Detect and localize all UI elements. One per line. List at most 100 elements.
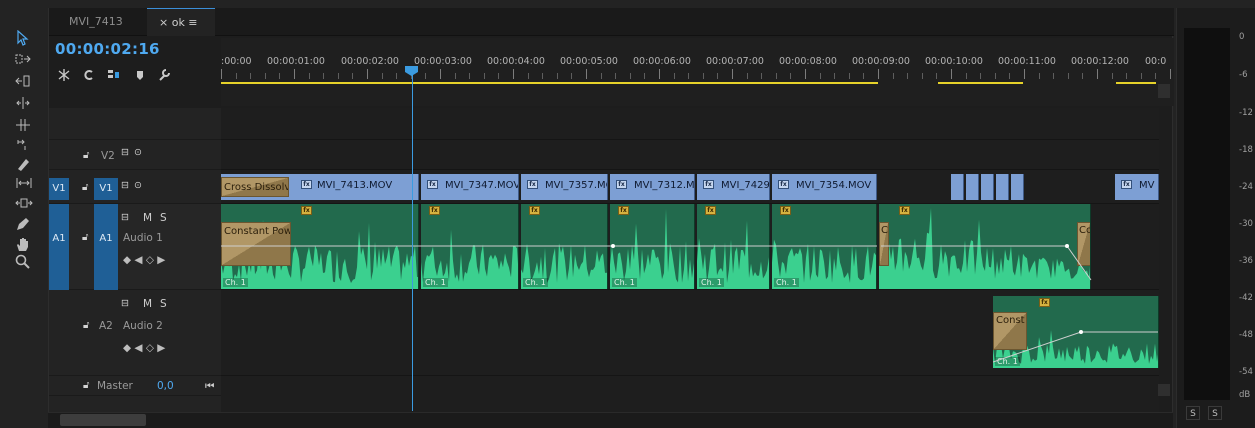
lock-icon[interactable]: 🔓︎ (82, 232, 88, 243)
ruler-tick (236, 73, 237, 79)
slide-icon[interactable] (15, 196, 33, 214)
video-clip[interactable]: fx MVI_7357.MC (521, 174, 608, 200)
toggle-output-icon[interactable]: ⊟⊙ (121, 180, 147, 191)
audio-clip[interactable]: Const fx Ch. 1 (993, 296, 1159, 368)
constant-power-transition[interactable]: Constant Pow (221, 222, 291, 266)
lock-icon[interactable]: 🔓︎ (83, 150, 89, 161)
audio-clip[interactable]: fx Ch. 1 (421, 204, 519, 289)
channel-tag: Ch. 1 (223, 278, 248, 287)
selection-tool-icon[interactable] (15, 30, 33, 48)
rate-stretch-icon[interactable] (15, 118, 33, 136)
source-patch-v1[interactable]: V1 (49, 178, 69, 200)
channel-tag: Ch. 1 (699, 278, 724, 287)
toggle-sync-lock-icon[interactable]: ⊟ (121, 212, 134, 223)
work-area-bar-segment[interactable] (1116, 82, 1156, 84)
ruler-tick (1141, 73, 1142, 79)
go-to-end-icon[interactable]: ⏮︎ (205, 380, 214, 393)
mute-button[interactable]: M (143, 298, 152, 310)
ruler-tick (834, 73, 835, 79)
track-name-a1[interactable]: Audio 1 (123, 232, 163, 244)
hand-icon[interactable] (15, 236, 33, 254)
add-edit-icon[interactable] (107, 68, 121, 82)
ruler-label: 00:00:07:00 (706, 56, 764, 67)
solo-left-button[interactable]: S (1186, 406, 1200, 420)
ripple-edit-icon[interactable] (15, 74, 33, 92)
toggle-sync-lock-icon[interactable]: ⊟ (121, 298, 134, 309)
lane-v2[interactable] (221, 140, 1159, 170)
ruler-tick (294, 69, 295, 79)
vertical-scrollbar-bottom[interactable] (1158, 384, 1170, 396)
video-clip-small[interactable] (1011, 174, 1024, 200)
cross-dissolve-transition[interactable]: Cross Dissolv (221, 177, 289, 197)
lane-v1[interactable]: Cross Dissolv fx MVI_7413.MOV fx MVI_734… (221, 174, 1159, 204)
video-clip[interactable]: fx MVI_7354.MOV (772, 174, 877, 200)
video-clip-small[interactable] (996, 174, 1009, 200)
lane-a2[interactable]: Const fx Ch. 1 (221, 290, 1159, 376)
horizontal-scrollbar-thumb[interactable] (60, 414, 146, 426)
audio-clip[interactable]: C Co fx (879, 204, 1091, 289)
pen-icon[interactable] (15, 216, 33, 234)
solo-button[interactable]: S (160, 298, 167, 310)
ruler-tick (922, 73, 923, 79)
mute-button[interactable]: M (143, 212, 152, 224)
slip-icon[interactable] (15, 176, 33, 194)
lane-a1[interactable]: Constant Pow fx Ch. 1 fx Ch. 1 fx Ch. 1 … (221, 204, 1159, 290)
zoom-icon[interactable] (15, 254, 33, 272)
audio-clip[interactable]: Constant Pow fx Ch. 1 (221, 204, 419, 289)
wrench-icon[interactable] (157, 68, 171, 82)
fx-badge-icon: fx (529, 206, 540, 215)
track-target-v2[interactable]: V2 (101, 150, 115, 162)
ruler-tick (396, 73, 397, 79)
lock-icon[interactable]: 🔓︎ (83, 380, 89, 391)
video-clip-small[interactable] (981, 174, 994, 200)
solo-button[interactable]: S (160, 212, 167, 224)
keyframe-nav-icon[interactable]: ◆ ◀ ◇ ▶ (123, 342, 165, 354)
track-name-a2[interactable]: Audio 2 (123, 320, 163, 332)
time-ruler[interactable]: :00:00 00:00:01:00 00:00:02:00 00:00:03:… (221, 38, 1174, 106)
horizontal-scrollbar[interactable] (48, 412, 1173, 428)
work-area-bar[interactable] (221, 82, 878, 84)
master-volume-value[interactable]: 0,0 (157, 380, 174, 392)
lock-icon[interactable]: 🔓︎ (83, 320, 89, 331)
snap-icon[interactable] (57, 68, 71, 82)
work-area-bar-segment[interactable] (938, 82, 1023, 84)
video-clip[interactable]: fx MVI_7312.M (610, 174, 695, 200)
audio-clip[interactable]: fx Ch. 1 (772, 204, 877, 289)
vertical-scrollbar-top[interactable] (1158, 84, 1170, 98)
video-clip-small[interactable] (951, 174, 964, 200)
track-target-a1[interactable]: A1 (94, 204, 118, 290)
ruler-label: 00:00:12:00 (1071, 56, 1129, 67)
transition-start[interactable]: C (879, 222, 889, 266)
track-target-v1[interactable]: V1 (94, 178, 118, 200)
playhead-timecode[interactable]: 00:00:02:16 (55, 40, 160, 58)
tab-mvi-7413[interactable]: MVI_7413 (57, 8, 135, 36)
keyframe-nav-icon[interactable]: ◆ ◀ ◇ ▶ (123, 254, 165, 266)
video-clip[interactable]: Cross Dissolv fx MVI_7413.MOV (221, 174, 419, 200)
solo-right-button[interactable]: S (1208, 406, 1222, 420)
transition-end[interactable]: Co (1077, 222, 1090, 266)
add-marker-icon[interactable] (133, 68, 147, 82)
razor-icon[interactable] (15, 156, 33, 174)
track-header-spacer (49, 108, 221, 140)
track-target-a2[interactable]: A2 (99, 320, 113, 332)
video-clip-small[interactable] (966, 174, 979, 200)
lock-icon[interactable]: 🔓︎ (82, 182, 88, 193)
track-lanes[interactable]: Cross Dissolv fx MVI_7413.MOV fx MVI_734… (221, 108, 1159, 418)
track-select-icon[interactable] (15, 52, 33, 70)
video-clip[interactable]: fx MV (1115, 174, 1159, 200)
source-patch-a1[interactable]: A1 (49, 204, 69, 290)
audio-clip[interactable]: fx Ch. 1 (521, 204, 608, 289)
playhead-line[interactable] (412, 70, 413, 411)
rolling-edit-icon[interactable] (15, 96, 33, 114)
meter-label: -42 (1239, 293, 1253, 303)
audio-clip[interactable]: fx Ch. 1 (697, 204, 770, 289)
tab-ok[interactable]: × ok ≡ (147, 8, 215, 36)
toggle-output-icon[interactable]: ⊟⊙ (121, 147, 147, 158)
video-clip[interactable]: fx MVI_7347.MOV (421, 174, 519, 200)
audio-clip[interactable]: fx Ch. 1 (610, 204, 695, 289)
video-clip[interactable]: fx MVI_7429 (697, 174, 770, 200)
track-headers: 🔓︎ V2 ⊟⊙ V1 🔓︎ V1 ⊟⊙ A1 🔓︎ A1 ⊟ M S Audi… (49, 108, 221, 418)
track-header-a2: ⊟ M S 🔓︎ A2 Audio 2 ◆ ◀ ◇ ▶ (49, 290, 221, 376)
linked-selection-icon[interactable] (82, 68, 96, 82)
slip-small-icon[interactable] (15, 138, 33, 156)
